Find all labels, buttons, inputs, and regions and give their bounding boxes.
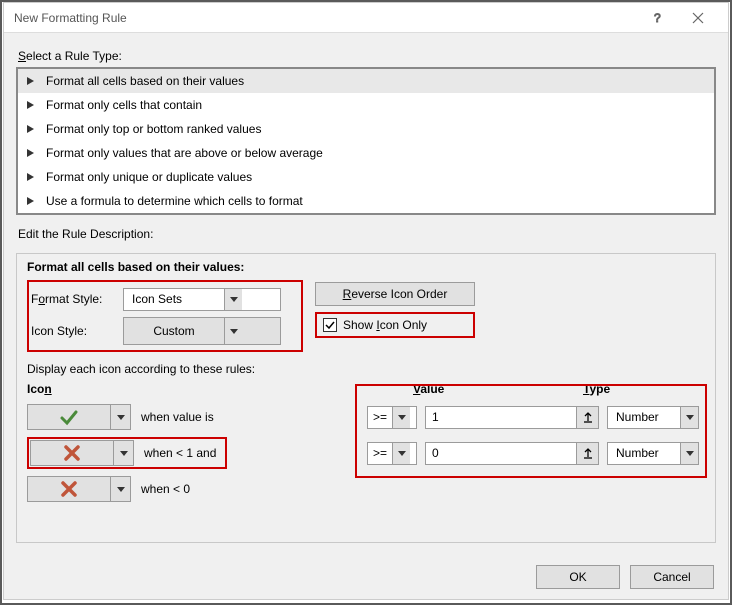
rule-type-item[interactable]: Format only unique or duplicate values — [18, 165, 714, 189]
format-style-label: Format Style: — [31, 292, 123, 306]
value-header: Value — [367, 382, 577, 396]
operator-value: >= — [368, 443, 392, 464]
operator-value: >= — [368, 407, 392, 428]
rule-type-text: Format only values that are above or bel… — [46, 146, 323, 160]
rule-type-item[interactable]: Format only values that are above or bel… — [18, 141, 714, 165]
chevron-down-icon[interactable] — [680, 443, 698, 464]
value-input-wrap — [425, 442, 599, 465]
type-dropdown[interactable]: Number — [607, 442, 699, 465]
rule-type-text: Format only unique or duplicate values — [46, 170, 252, 184]
icon-selector[interactable] — [27, 476, 131, 502]
chevron-down-icon[interactable] — [114, 440, 134, 466]
range-picker-icon[interactable] — [576, 443, 598, 464]
rule-type-item[interactable]: Format only top or bottom ranked values — [18, 117, 714, 141]
chevron-down-icon[interactable] — [224, 289, 242, 310]
help-button[interactable]: ? — [638, 3, 678, 33]
reverse-icon-order-button[interactable]: Reverse Icon Order — [315, 282, 475, 306]
bullet-icon — [26, 172, 38, 182]
icon-rule-row: when < 0 — [27, 474, 705, 504]
bullet-icon — [26, 76, 38, 86]
cross-icon — [27, 476, 111, 502]
dialog-buttons: OK Cancel — [536, 565, 714, 589]
rule-type-list[interactable]: Format all cells based on their values F… — [16, 67, 716, 215]
check-icon — [27, 404, 111, 430]
icon-style-dropdown[interactable]: Custom — [123, 317, 281, 345]
condition-text: when < 1 and — [144, 446, 216, 460]
cross-icon — [30, 440, 114, 466]
show-icon-only-label: Show Icon Only — [343, 318, 427, 332]
select-rule-type-label: Select a Rule Type: — [18, 49, 714, 63]
close-button[interactable] — [678, 3, 718, 33]
condition-text: when < 0 — [141, 482, 190, 496]
format-style-value: Icon Sets — [124, 289, 224, 310]
icon-rule2-highlight: when < 1 and — [27, 437, 227, 469]
rule-type-text: Use a formula to determine which cells t… — [46, 194, 303, 208]
icon-style-value: Custom — [124, 318, 224, 344]
bullet-icon — [26, 100, 38, 110]
icon-rule-row: when value is >= — [27, 402, 705, 432]
cancel-button[interactable]: Cancel — [630, 565, 714, 589]
bullet-icon — [26, 148, 38, 158]
rule-type-text: Format only top or bottom ranked values — [46, 122, 261, 136]
type-value: Number — [608, 443, 680, 464]
condition-text: when value is — [141, 410, 214, 424]
window-title: New Formatting Rule — [14, 11, 638, 25]
chevron-down-icon[interactable] — [224, 318, 242, 344]
icon-style-label: Icon Style: — [31, 324, 123, 338]
ok-button[interactable]: OK — [536, 565, 620, 589]
rule-type-item[interactable]: Format only cells that contain — [18, 93, 714, 117]
show-icon-only-highlight: Show Icon Only — [315, 312, 475, 338]
icon-rule-row: when < 1 and >= — [27, 438, 705, 468]
type-dropdown[interactable]: Number — [607, 406, 699, 429]
bullet-icon — [26, 124, 38, 134]
rules-headers: Icon Value Type — [27, 382, 705, 396]
titlebar: New Formatting Rule ? — [4, 3, 728, 33]
show-icon-only-checkbox[interactable] — [323, 318, 337, 332]
bullet-icon — [26, 196, 38, 206]
value-input[interactable] — [426, 407, 576, 428]
description-group: Format all cells based on their values: … — [16, 253, 716, 543]
chevron-down-icon[interactable] — [392, 407, 410, 428]
type-value: Number — [608, 407, 680, 428]
value-input-wrap — [425, 406, 599, 429]
chevron-down-icon[interactable] — [680, 407, 698, 428]
display-rules-label: Display each icon according to these rul… — [27, 362, 705, 376]
operator-dropdown[interactable]: >= — [367, 442, 417, 465]
edit-description-label: Edit the Rule Description: — [18, 227, 714, 241]
rule-type-item[interactable]: Format all cells based on their values — [18, 69, 714, 93]
group-title: Format all cells based on their values: — [27, 260, 705, 274]
icon-selector[interactable] — [27, 404, 131, 430]
chevron-down-icon[interactable] — [111, 476, 131, 502]
rule-type-text: Format only cells that contain — [46, 98, 202, 112]
type-header: Type — [577, 382, 687, 396]
operator-dropdown[interactable]: >= — [367, 406, 417, 429]
icon-header: Icon — [27, 382, 367, 396]
icon-selector[interactable] — [30, 440, 134, 466]
chevron-down-icon[interactable] — [111, 404, 131, 430]
chevron-down-icon[interactable] — [392, 443, 410, 464]
value-input[interactable] — [426, 443, 576, 464]
rule-type-item[interactable]: Use a formula to determine which cells t… — [18, 189, 714, 213]
svg-text:?: ? — [654, 12, 661, 24]
range-picker-icon[interactable] — [576, 407, 598, 428]
style-highlight: Format Style: Icon Sets Icon Style: Cust… — [27, 280, 303, 352]
format-style-dropdown[interactable]: Icon Sets — [123, 288, 281, 311]
rule-type-text: Format all cells based on their values — [46, 74, 244, 88]
